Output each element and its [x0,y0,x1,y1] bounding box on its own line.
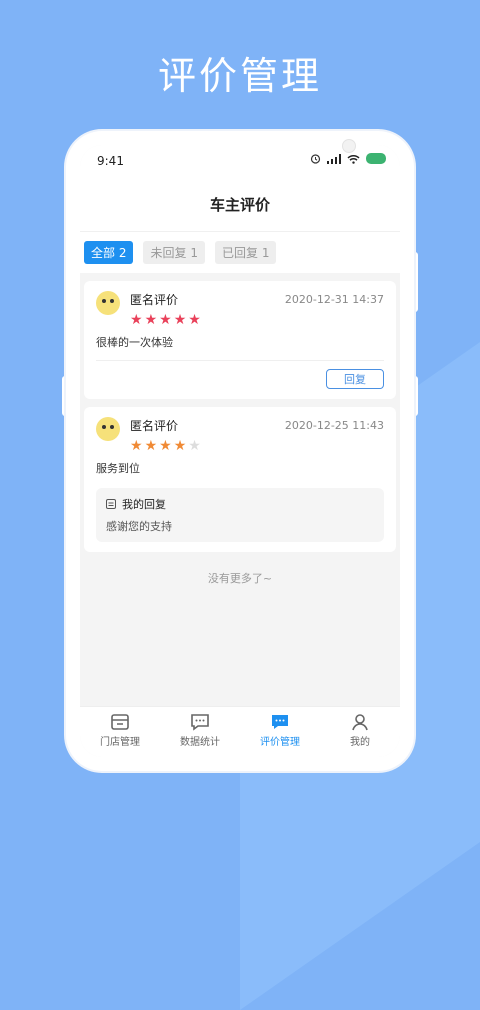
reviewer-name: 匿名评价 [130,419,179,433]
status-icons [310,153,386,164]
tab-label: 我的 [350,737,370,748]
review-icon [272,715,288,729]
rating-stars: ★★★★★ [130,312,203,328]
avatar [96,417,120,441]
reply-title: 我的回复 [122,498,166,511]
review-content: 服务到位 [96,462,140,475]
filter-count: 2 [118,246,127,260]
alarm-icon [310,154,321,164]
phone-frame: 9:41 车主评价 全部 2 未回复 1 已回复 1 匿名评价 ★★★★★ 20… [66,131,414,771]
user-icon [352,714,368,731]
app-screen: 9:41 车主评价 全部 2 未回复 1 已回复 1 匿名评价 ★★★★★ 20… [80,145,400,757]
reply-note-icon [106,499,116,509]
star-icon: ★ [188,438,203,454]
star-icon: ★ [130,312,145,328]
star-icon: ★ [188,312,203,328]
status-time: 9:41 [97,154,124,168]
star-icon: ★ [144,438,160,454]
filter-label: 全部 [91,246,116,260]
battery-icon [366,153,386,164]
review-list: 匿名评价 ★★★★★ 2020-12-31 14:37 很棒的一次体验 回复 匿… [80,273,400,586]
review-content: 很棒的一次体验 [96,336,173,349]
bottom-tab-bar: 门店管理 数据统计 评价管理 我的 [80,706,400,757]
review-card: 匿名评价 ★★★★★ 2020-12-31 14:37 很棒的一次体验 回复 [84,281,396,399]
reply-text: 感谢您的支持 [106,520,172,533]
tab-store[interactable]: 门店管理 [80,707,160,757]
chat-chart-icon [191,714,209,731]
filter-unreplied[interactable]: 未回复 1 [143,241,205,264]
no-more-text: 没有更多了~ [207,572,273,585]
star-icon: ★ [173,438,189,454]
wifi-icon [347,154,360,164]
signal-icon [327,153,341,164]
filter-replied[interactable]: 已回复 1 [214,241,277,264]
reviewer-name: 匿名评价 [130,293,179,307]
camera-icon [342,139,356,153]
star-icon: ★ [173,312,189,328]
filter-label: 未回复 [150,246,187,260]
tab-stats[interactable]: 数据统计 [160,707,240,757]
reply-button[interactable]: 回复 [326,369,384,389]
filter-count: 1 [190,246,198,260]
my-reply-box: 我的回复 感谢您的支持 [96,488,384,542]
tab-label: 门店管理 [100,737,140,748]
star-icon: ★ [144,312,160,328]
review-date: 2020-12-31 14:37 [284,293,384,306]
review-card: 匿名评价 ★★★★★ 2020-12-25 11:43 服务到位 我的回复 感谢… [84,407,396,552]
filter-all[interactable]: 全部 2 [84,241,134,264]
tab-mine[interactable]: 我的 [320,707,400,757]
page-title: 车主评价 [80,179,400,232]
review-date: 2020-12-25 11:43 [284,419,384,432]
rating-stars: ★★★★★ [130,438,203,454]
filter-label: 已回复 [221,246,258,260]
hero-title: 评价管理 [157,54,322,98]
star-icon: ★ [159,312,174,328]
filter-tabs: 全部 2 未回复 1 已回复 1 [80,232,400,273]
divider [96,360,384,361]
phone-notch [174,131,356,159]
star-icon: ★ [159,438,174,454]
store-icon [111,714,129,730]
avatar [96,291,120,315]
tab-label: 数据统计 [180,737,220,748]
tab-label: 评价管理 [260,737,300,748]
star-icon: ★ [130,438,145,454]
tab-reviews[interactable]: 评价管理 [240,707,320,757]
filter-count: 1 [261,246,270,260]
